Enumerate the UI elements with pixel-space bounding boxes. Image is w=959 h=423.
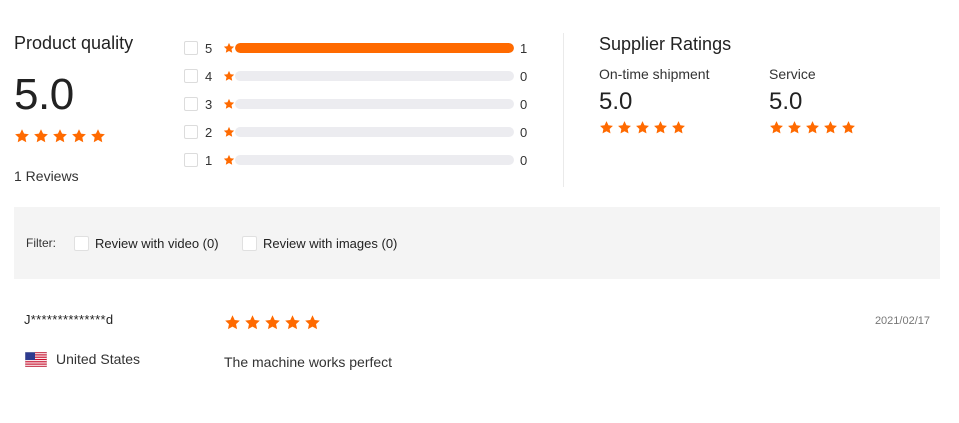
distribution-star-label: 1 [205, 152, 213, 168]
star-icon [617, 120, 632, 135]
star-icon [244, 314, 261, 331]
distribution-star-label: 2 [205, 124, 213, 140]
star-icon [635, 120, 650, 135]
checkbox-icon[interactable] [242, 236, 257, 251]
on-time-shipment-rating: On-time shipment 5.0 [599, 66, 709, 135]
star-icon [52, 128, 68, 144]
distribution-bar [235, 71, 514, 81]
distribution-count: 0 [520, 68, 528, 84]
review-stars [224, 314, 321, 331]
distribution-row-5[interactable]: 5 1 [184, 34, 544, 62]
star-icon [769, 120, 784, 135]
star-icon [71, 128, 87, 144]
distribution-star-label: 3 [205, 96, 213, 112]
distribution-star-label: 4 [205, 68, 213, 84]
distribution-count: 0 [520, 124, 528, 140]
rating-distribution: 5 1 4 0 3 0 2 0 1 0 [184, 34, 544, 174]
distribution-bar [235, 127, 514, 137]
section-divider [563, 33, 564, 187]
star-icon [805, 120, 820, 135]
filter-video-option[interactable]: Review with video (0) [74, 236, 219, 251]
on-time-shipment-stars [599, 120, 709, 135]
us-flag-icon [25, 351, 47, 367]
distribution-count: 1 [520, 40, 528, 56]
star-icon [14, 128, 30, 144]
service-label: Service [769, 66, 816, 82]
star-icon [671, 120, 686, 135]
star-icon [823, 120, 838, 135]
review-count: 1 Reviews [14, 168, 79, 184]
filter-label: Filter: [26, 236, 56, 250]
star-icon [787, 120, 802, 135]
star-icon [224, 314, 241, 331]
checkbox-icon[interactable] [184, 97, 198, 111]
distribution-star-label: 5 [205, 40, 213, 56]
checkbox-icon[interactable] [184, 41, 198, 55]
filter-images-label: Review with images (0) [263, 236, 398, 251]
distribution-bar [235, 155, 514, 165]
distribution-row-2[interactable]: 2 0 [184, 118, 544, 146]
star-icon [223, 126, 235, 138]
star-icon [223, 154, 235, 166]
service-score: 5.0 [769, 88, 803, 115]
review-date: 2021/02/17 [874, 315, 930, 327]
on-time-shipment-score: 5.0 [599, 88, 633, 115]
distribution-count: 0 [520, 96, 528, 112]
distribution-bar-fill [235, 43, 514, 53]
star-icon [223, 42, 235, 54]
star-icon [90, 128, 106, 144]
reviewer-name: J**************d [24, 312, 114, 327]
distribution-row-3[interactable]: 3 0 [184, 90, 544, 118]
star-icon [653, 120, 668, 135]
checkbox-icon[interactable] [184, 153, 198, 167]
distribution-row-1[interactable]: 1 0 [184, 146, 544, 174]
star-icon [223, 98, 235, 110]
distribution-row-4[interactable]: 4 0 [184, 62, 544, 90]
filter-images-option[interactable]: Review with images (0) [242, 236, 397, 251]
distribution-count: 0 [520, 152, 528, 168]
service-stars [769, 120, 856, 135]
star-icon [841, 120, 856, 135]
star-icon [264, 314, 281, 331]
service-rating: Service 5.0 [769, 66, 856, 135]
filter-video-label: Review with video (0) [95, 236, 219, 251]
checkbox-icon[interactable] [74, 236, 89, 251]
star-icon [223, 70, 235, 82]
reviewer-country-label: United States [56, 351, 141, 367]
star-icon [33, 128, 49, 144]
checkbox-icon[interactable] [184, 125, 198, 139]
product-quality-stars [14, 128, 106, 144]
reviewer-country: United States [25, 351, 140, 367]
review-text: The machine works perfect [224, 354, 393, 370]
checkbox-icon[interactable] [184, 69, 198, 83]
distribution-bar [235, 43, 514, 53]
star-icon [284, 314, 301, 331]
distribution-bar [235, 99, 514, 109]
star-icon [304, 314, 321, 331]
product-quality-score: 5.0 [14, 70, 74, 119]
supplier-ratings-title: Supplier Ratings [599, 34, 732, 54]
star-icon [599, 120, 614, 135]
product-quality-title: Product quality [14, 33, 134, 53]
filter-bar: Filter: Review with video (0) Review wit… [14, 207, 940, 279]
on-time-shipment-label: On-time shipment [599, 66, 710, 82]
